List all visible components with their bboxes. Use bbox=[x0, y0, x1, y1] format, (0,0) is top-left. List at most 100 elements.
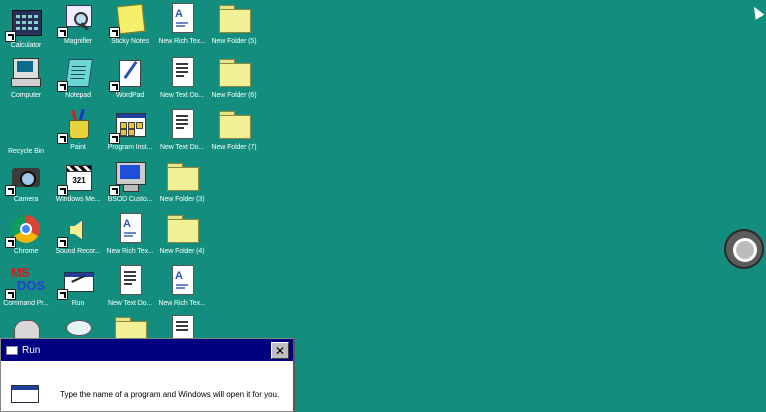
shortcut-arrow-icon bbox=[5, 237, 16, 248]
ms-dos-icon: MS DOS bbox=[5, 264, 46, 300]
shortcut-arrow-icon bbox=[57, 185, 68, 196]
folder-icon bbox=[217, 56, 251, 90]
icon-label: Program Inst... bbox=[107, 144, 153, 151]
icon-label: Run bbox=[71, 300, 85, 307]
desktop-icon-text-doc-2[interactable]: New Text Do... bbox=[156, 54, 208, 104]
icon-label: Computer bbox=[11, 92, 41, 99]
icon-label: Chrome bbox=[13, 248, 39, 255]
desktop-icon-sticky-notes[interactable]: Sticky Notes bbox=[104, 0, 156, 50]
msdos-text-line2: DOS bbox=[17, 278, 46, 293]
icon-label: New Rich Tex... bbox=[158, 38, 206, 45]
shortcut-arrow-icon bbox=[57, 81, 68, 92]
calculator-icon bbox=[5, 6, 43, 42]
icon-label: WordPad bbox=[115, 92, 145, 99]
desktop-icon-calculator[interactable]: Calculator bbox=[0, 4, 52, 54]
chrome-icon bbox=[5, 212, 43, 248]
desktop-icon-paint[interactable]: Paint bbox=[52, 106, 104, 156]
icon-label: New Text Do... bbox=[108, 300, 152, 307]
media-player-icon: 321 bbox=[57, 160, 95, 196]
rich-text-document-icon: A bbox=[165, 2, 199, 36]
shortcut-arrow-icon bbox=[5, 31, 16, 42]
desktop-icon-rich-text-1[interactable]: A New Rich Tex... bbox=[104, 210, 156, 260]
sticky-notes-icon bbox=[109, 2, 147, 38]
desktop-icon-sound-recorder[interactable]: Sound Recor... bbox=[52, 210, 104, 260]
desktop-icon-rich-text-2[interactable]: A New Rich Tex... bbox=[156, 0, 208, 50]
desktop-icon-notepad[interactable]: Notepad bbox=[52, 54, 104, 104]
icon-label: New Folder (3) bbox=[159, 196, 205, 203]
desktop-icon-computer[interactable]: Computer bbox=[0, 54, 52, 104]
run-icon bbox=[57, 264, 95, 300]
text-document-icon bbox=[165, 56, 199, 90]
run-dialog: Run ✕ Type the name of a program and Win… bbox=[0, 338, 295, 412]
mouse-cursor-icon bbox=[749, 4, 765, 20]
computer-icon bbox=[9, 56, 43, 90]
icon-label: BSOD Custo... bbox=[107, 196, 153, 203]
shortcut-arrow-icon bbox=[109, 81, 120, 92]
desktop-icon-new-folder-3[interactable]: New Folder (3) bbox=[156, 158, 208, 208]
magnifier-icon bbox=[57, 2, 95, 38]
desktop-icon-wordpad[interactable]: WordPad bbox=[104, 54, 156, 104]
icon-label: Notepad bbox=[65, 92, 91, 99]
desktop-icon-chrome[interactable]: Chrome bbox=[0, 210, 52, 260]
rich-text-document-icon: A bbox=[113, 212, 147, 246]
icon-label: Sound Recor... bbox=[55, 248, 101, 255]
icon-label: New Text Do... bbox=[160, 92, 204, 99]
desktop-icon-camera[interactable]: Camera bbox=[0, 158, 52, 208]
wordpad-icon bbox=[109, 56, 147, 92]
desktop-icon-new-folder-6[interactable]: New Folder (6) bbox=[208, 54, 260, 104]
run-dialog-prompt: Type the name of a program and Windows w… bbox=[60, 390, 280, 399]
desktop-icon-command-prompt[interactable]: MS DOS Command Pr... bbox=[0, 262, 52, 312]
desktop-icon-text-doc-1[interactable]: New Text Do... bbox=[104, 262, 156, 312]
shortcut-arrow-icon bbox=[57, 237, 68, 248]
icon-label: Paint bbox=[70, 144, 86, 151]
icon-label: Command Pr... bbox=[3, 300, 49, 307]
desktop-icon-run[interactable]: Run bbox=[52, 262, 104, 312]
icon-label: New Text Do... bbox=[160, 144, 204, 151]
shortcut-arrow-icon bbox=[57, 27, 68, 38]
desktop: Calculator Computer Recycle Bin Camera C… bbox=[0, 0, 766, 412]
desktop-icon-bsod-customizer[interactable]: BSOD Custo... bbox=[104, 158, 156, 208]
desktop-icon-rich-text-3[interactable]: A New Rich Tex... bbox=[156, 262, 208, 312]
speaker-icon bbox=[57, 212, 95, 248]
icon-label: Magnifier bbox=[64, 38, 92, 45]
shortcut-arrow-icon bbox=[5, 289, 16, 300]
run-dialog-title: Run bbox=[22, 344, 41, 356]
desktop-icon-recycle-bin[interactable]: Recycle Bin bbox=[0, 110, 52, 160]
close-button[interactable]: ✕ bbox=[271, 342, 289, 359]
icon-label: New Rich Tex... bbox=[106, 248, 154, 255]
program-installer-icon bbox=[109, 108, 147, 144]
shortcut-arrow-icon bbox=[109, 27, 120, 38]
icon-label: New Folder (5) bbox=[211, 38, 257, 45]
icon-label: Calculator bbox=[10, 42, 42, 49]
media-countdown-text: 321 bbox=[66, 171, 92, 191]
camera-icon bbox=[5, 160, 43, 196]
desktop-icon-windows-media[interactable]: 321 Windows Me... bbox=[52, 158, 104, 208]
desktop-icon-magnifier[interactable]: Magnifier bbox=[52, 0, 104, 50]
folder-icon bbox=[217, 2, 251, 36]
icon-label: Camera bbox=[13, 196, 39, 203]
run-dialog-title-bar[interactable]: Run bbox=[1, 339, 293, 361]
shortcut-arrow-icon bbox=[109, 185, 120, 196]
shortcut-arrow-icon bbox=[109, 133, 120, 144]
icon-label: Sticky Notes bbox=[111, 38, 149, 45]
icon-label: New Rich Tex... bbox=[158, 300, 206, 307]
paint-icon bbox=[57, 108, 95, 144]
desktop-icon-new-folder-5[interactable]: New Folder (5) bbox=[208, 0, 260, 50]
icon-label: New Folder (6) bbox=[211, 92, 257, 99]
notepad-icon bbox=[57, 56, 95, 92]
text-document-icon bbox=[113, 264, 147, 298]
run-dialog-icon bbox=[9, 383, 39, 403]
monitor-icon bbox=[109, 160, 147, 196]
text-document-icon bbox=[165, 108, 199, 142]
desktop-icon-text-doc-3[interactable]: New Text Do... bbox=[156, 106, 208, 156]
desktop-icon-new-folder-4[interactable]: New Folder (4) bbox=[156, 210, 208, 260]
desktop-icon-program-installer[interactable]: Program Inst... bbox=[104, 106, 156, 156]
folder-icon bbox=[217, 108, 251, 142]
shortcut-arrow-icon bbox=[57, 133, 68, 144]
shortcut-arrow-icon bbox=[57, 289, 68, 300]
desktop-icon-new-folder-7[interactable]: New Folder (7) bbox=[208, 106, 260, 156]
icon-label: New Folder (4) bbox=[159, 248, 205, 255]
assistive-touch-icon[interactable] bbox=[724, 229, 764, 269]
rich-text-document-icon: A bbox=[165, 264, 199, 298]
shortcut-arrow-icon bbox=[5, 185, 16, 196]
